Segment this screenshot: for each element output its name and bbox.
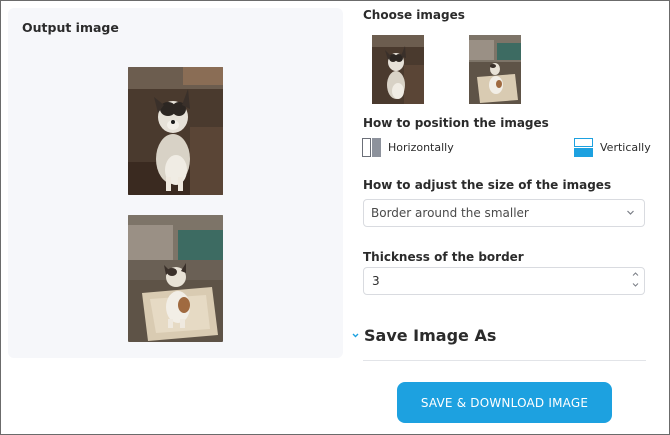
horizontal-layout-icon	[362, 138, 381, 157]
save-image-as-toggle[interactable]: Save Image As	[352, 326, 496, 345]
size-title: How to adjust the size of the images	[363, 178, 612, 192]
chevron-down-icon	[627, 210, 634, 215]
vertical-layout-icon	[574, 138, 593, 157]
size-select-value: Border around the smaller	[371, 206, 529, 220]
divider	[363, 360, 646, 361]
output-title: Output image	[22, 20, 119, 35]
output-image-bottom	[128, 215, 223, 342]
spin-up-icon[interactable]	[632, 271, 639, 277]
position-vertical-option[interactable]: Vertically	[574, 138, 651, 157]
size-select[interactable]: Border around the smaller	[363, 199, 645, 227]
border-thickness-value: 3	[372, 274, 380, 288]
save-download-button[interactable]: SAVE & DOWNLOAD IMAGE	[397, 382, 612, 423]
vertical-label: Vertically	[600, 141, 651, 154]
thumbnail-image-1[interactable]	[372, 35, 424, 104]
save-image-as-label: Save Image As	[364, 326, 497, 345]
number-spinner[interactable]	[632, 271, 639, 288]
position-horizontal-option[interactable]: Horizontally	[362, 138, 454, 157]
output-image-top	[128, 67, 223, 195]
chevron-down-icon	[352, 333, 359, 338]
border-title: Thickness of the border	[363, 250, 524, 264]
spin-down-icon[interactable]	[632, 282, 639, 288]
horizontal-label: Horizontally	[388, 141, 454, 154]
output-panel: Output image	[8, 8, 343, 358]
thumbnail-image-2[interactable]	[469, 35, 521, 104]
choose-images-title: Choose images	[363, 8, 465, 22]
position-title: How to position the images	[363, 116, 549, 130]
border-thickness-input[interactable]: 3	[363, 267, 645, 295]
